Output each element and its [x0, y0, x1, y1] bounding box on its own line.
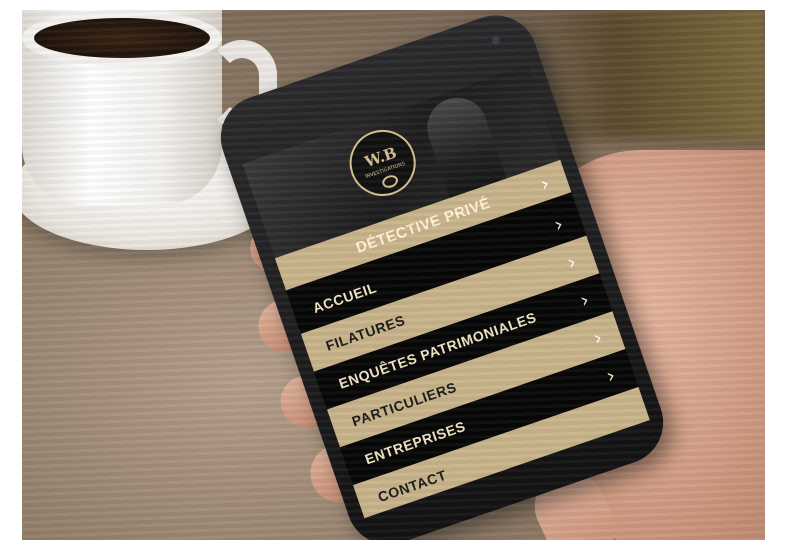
chevron-right-icon: › — [550, 211, 567, 237]
chevron-right-icon: › — [602, 362, 619, 388]
cup-body — [22, 10, 222, 205]
left-finger-4 — [305, 430, 425, 508]
wb-logo: W.B INVESTIGATIONS — [340, 120, 425, 205]
menu-item-label: ENQUÊTES PATRIMONIALES — [336, 308, 539, 392]
nav-menu: ACCUEIL › FILATURES › ENQUÊTES PATRIMONI… — [287, 197, 650, 519]
smartphone: W.B INVESTIGATIONS DÉTECTIVE PRIVÉ › ACC… — [209, 10, 675, 540]
background-wall — [515, 10, 765, 140]
cup-handle — [207, 40, 277, 130]
logo-subtext: INVESTIGATIONS — [364, 160, 406, 181]
photo-frame: W.B INVESTIGATIONS DÉTECTIVE PRIVÉ › ACC… — [22, 10, 765, 540]
coffee — [34, 18, 210, 58]
hand — [522, 150, 765, 540]
menu-item-particuliers[interactable]: PARTICULIERS › — [326, 311, 626, 448]
hero-banner: W.B INVESTIGATIONS — [242, 65, 564, 268]
menu-item-enquetes-patrimoniales[interactable]: ENQUÊTES PATRIMONIALES › — [313, 273, 613, 410]
menu-item-accueil[interactable]: ACCUEIL › — [287, 197, 587, 334]
chevron-right-icon: › — [589, 324, 606, 351]
menu-item-contact[interactable]: CONTACT — [352, 386, 650, 519]
menu-item-label: FILATURES — [323, 311, 408, 354]
thumb — [523, 459, 627, 540]
left-finger-2 — [254, 285, 372, 357]
logo-text: W.B — [362, 143, 399, 172]
menu-item-label: CONTACT — [375, 466, 449, 506]
menu-item-label: PARTICULIERS — [349, 378, 459, 430]
hero-title-label: DÉTECTIVE PRIVÉ — [353, 194, 493, 257]
chevron-right-icon: › — [563, 248, 580, 275]
chevron-right-icon: › — [576, 286, 593, 313]
eye-icon — [380, 173, 400, 190]
chevron-right-icon: › — [536, 170, 553, 196]
hero-title[interactable]: DÉTECTIVE PRIVÉ › — [274, 159, 572, 291]
menu-item-filatures[interactable]: FILATURES › — [300, 235, 600, 372]
saucer — [22, 130, 282, 250]
phone-screen: W.B INVESTIGATIONS DÉTECTIVE PRIVÉ › ACC… — [242, 65, 650, 519]
menu-item-label: ACCUEIL — [310, 279, 379, 317]
menu-item-entreprises[interactable]: ENTREPRISES › — [339, 349, 639, 486]
left-finger-3 — [275, 359, 390, 433]
menu-item-label: ENTREPRISES — [362, 417, 468, 468]
detective-photo — [419, 89, 509, 204]
left-finger-1 — [247, 212, 363, 276]
cup-rim — [22, 10, 222, 66]
camera-icon — [490, 35, 502, 46]
